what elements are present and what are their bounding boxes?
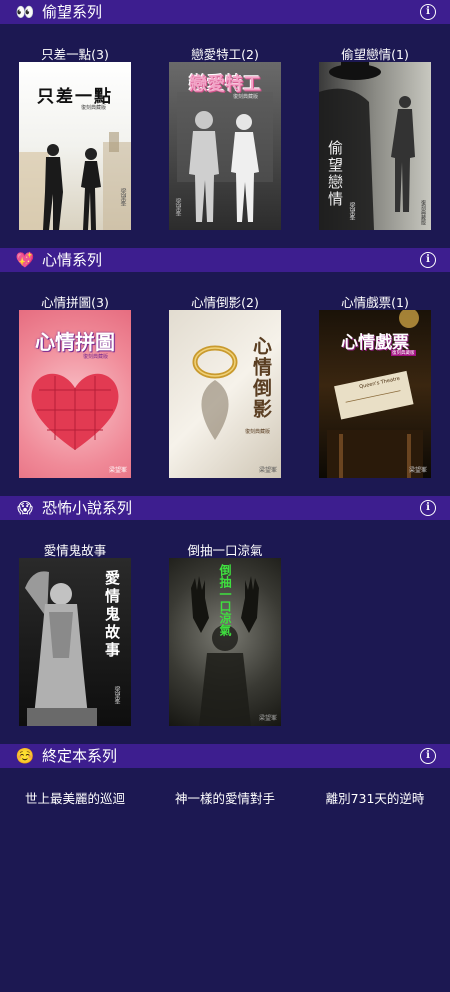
screaming-face-emoji-icon: 😱 [17, 499, 33, 517]
book-row: 心情拼圖(3) 心情拼圖 復刻典藏版 梁望峯 心情倒影(2) 心情倒影 復刻典藏… [0, 272, 450, 496]
cover-author: 梁望峯 [408, 467, 427, 474]
smiling-face-emoji-icon: ☺️ [15, 747, 35, 765]
section-title: 偷望系列 [42, 3, 103, 21]
book-title: 戀愛特工(2) [191, 47, 259, 62]
book-title: 心情倒影(2) [191, 295, 259, 310]
cover-title: 愛情鬼故事 [103, 570, 121, 660]
info-icon[interactable]: i [420, 748, 436, 764]
book-title: 心情戲票(1) [341, 295, 409, 310]
cover-subtitle: 復刻典藏版 [420, 200, 426, 225]
section-header: 😱 恐怖小說系列 i [0, 496, 450, 520]
cover-title: 心情倒影 [250, 336, 272, 420]
info-icon[interactable]: i [420, 252, 436, 268]
cover-author: 梁望峯 [348, 202, 355, 220]
book-title: 世上最美麗的巡迴 [24, 791, 125, 806]
book-row: 愛情鬼故事 愛情鬼故事 梁望峯 倒抽一口涼氣 倒抽一口涼氣 梁望峯 [0, 520, 450, 744]
cover-subtitle: 復刻典藏版 [233, 94, 259, 100]
book-row: 只差一點(3) 只差一點 復刻典藏版 梁望峯 戀愛特工(2) 戀愛特工 復刻典藏… [0, 24, 450, 248]
sparkling-heart-emoji-icon: 💖 [15, 251, 35, 269]
info-icon[interactable]: i [420, 500, 436, 516]
cover-title: 偷望戀情 [326, 140, 344, 208]
section-header: 💖 心情系列 i [0, 248, 450, 272]
section-title: 心情系列 [42, 251, 103, 269]
book-cover[interactable]: 愛情鬼故事 梁望峯 [19, 558, 131, 726]
section-title: 終定本系列 [42, 747, 118, 765]
cover-title: 只差一點 [37, 87, 113, 107]
info-icon[interactable]: i [420, 4, 436, 20]
cover-title: 倒抽一口涼氣 [218, 564, 232, 636]
cover-title: 心情拼圖 [35, 330, 115, 354]
cover-subtitle: 復刻典藏版 [245, 429, 271, 435]
book-cover[interactable]: 倒抽一口涼氣 梁望峯 [169, 558, 281, 726]
book-title: 心情拼圖(3) [41, 295, 109, 310]
book-cover[interactable]: 偷望戀情 梁望峯 復刻典藏版 [319, 62, 431, 230]
cover-subtitle: 復刻典藏版 [83, 354, 109, 360]
section-horror: 😱 恐怖小說系列 i 愛情鬼故事 愛情鬼故事 梁望峯 倒抽一口涼氣 倒抽一口涼氣… [0, 496, 450, 744]
eyes-emoji-icon: 👀 [15, 3, 35, 21]
book-cover[interactable]: 心情倒影 復刻典藏版 梁望峯 [169, 310, 281, 478]
cover-author: 梁望峯 [113, 686, 120, 704]
book-title: 神一樣的愛情對手 [174, 791, 275, 806]
book-cover[interactable]: 戀愛特工 復刻典藏版 梁望峯 [169, 62, 281, 230]
section-toutou: 👀 偷望系列 i 只差一點(3) 只差一點 復刻典藏版 梁望峯 戀愛特工(2) … [0, 0, 450, 248]
cover-subtitle: 復刻典藏版 [391, 350, 416, 356]
book-title: 只差一點(3) [41, 47, 109, 62]
book-row: 世上最美麗的巡迴 神一樣的愛情對手 離別731天的逆時 [0, 768, 450, 992]
cover-author: 梁望峯 [174, 198, 181, 216]
section-final: ☺️ 終定本系列 i 世上最美麗的巡迴 神一樣的愛情對手 離別731天的逆時 [0, 744, 450, 992]
section-xinqing: 💖 心情系列 i 心情拼圖(3) 心情拼圖 復刻典藏版 梁望峯 心情倒影(2) [0, 248, 450, 496]
cover-author: 梁望峯 [119, 188, 126, 206]
book-cover[interactable]: 心情戲票 復刻典藏版 Queen's Theatre 梁望峯 [319, 310, 431, 478]
book-title: 偷望戀情(1) [341, 47, 409, 62]
section-header: 👀 偷望系列 i [0, 0, 450, 24]
book-cover[interactable]: 只差一點 復刻典藏版 梁望峯 [19, 62, 131, 230]
cover-author: 梁望峯 [258, 467, 277, 474]
cover-author: 梁望峯 [258, 715, 277, 722]
cover-title: 戀愛特工 [189, 74, 261, 95]
book-title: 離別731天的逆時 [325, 791, 425, 806]
cover-author: 梁望峯 [108, 467, 127, 474]
book-title: 倒抽一口涼氣 [187, 543, 263, 558]
section-header: ☺️ 終定本系列 i [0, 744, 450, 768]
book-title: 愛情鬼故事 [43, 543, 107, 558]
cover-subtitle: 復刻典藏版 [81, 105, 107, 111]
section-title: 恐怖小說系列 [42, 499, 133, 517]
book-cover[interactable]: 心情拼圖 復刻典藏版 梁望峯 [19, 310, 131, 478]
